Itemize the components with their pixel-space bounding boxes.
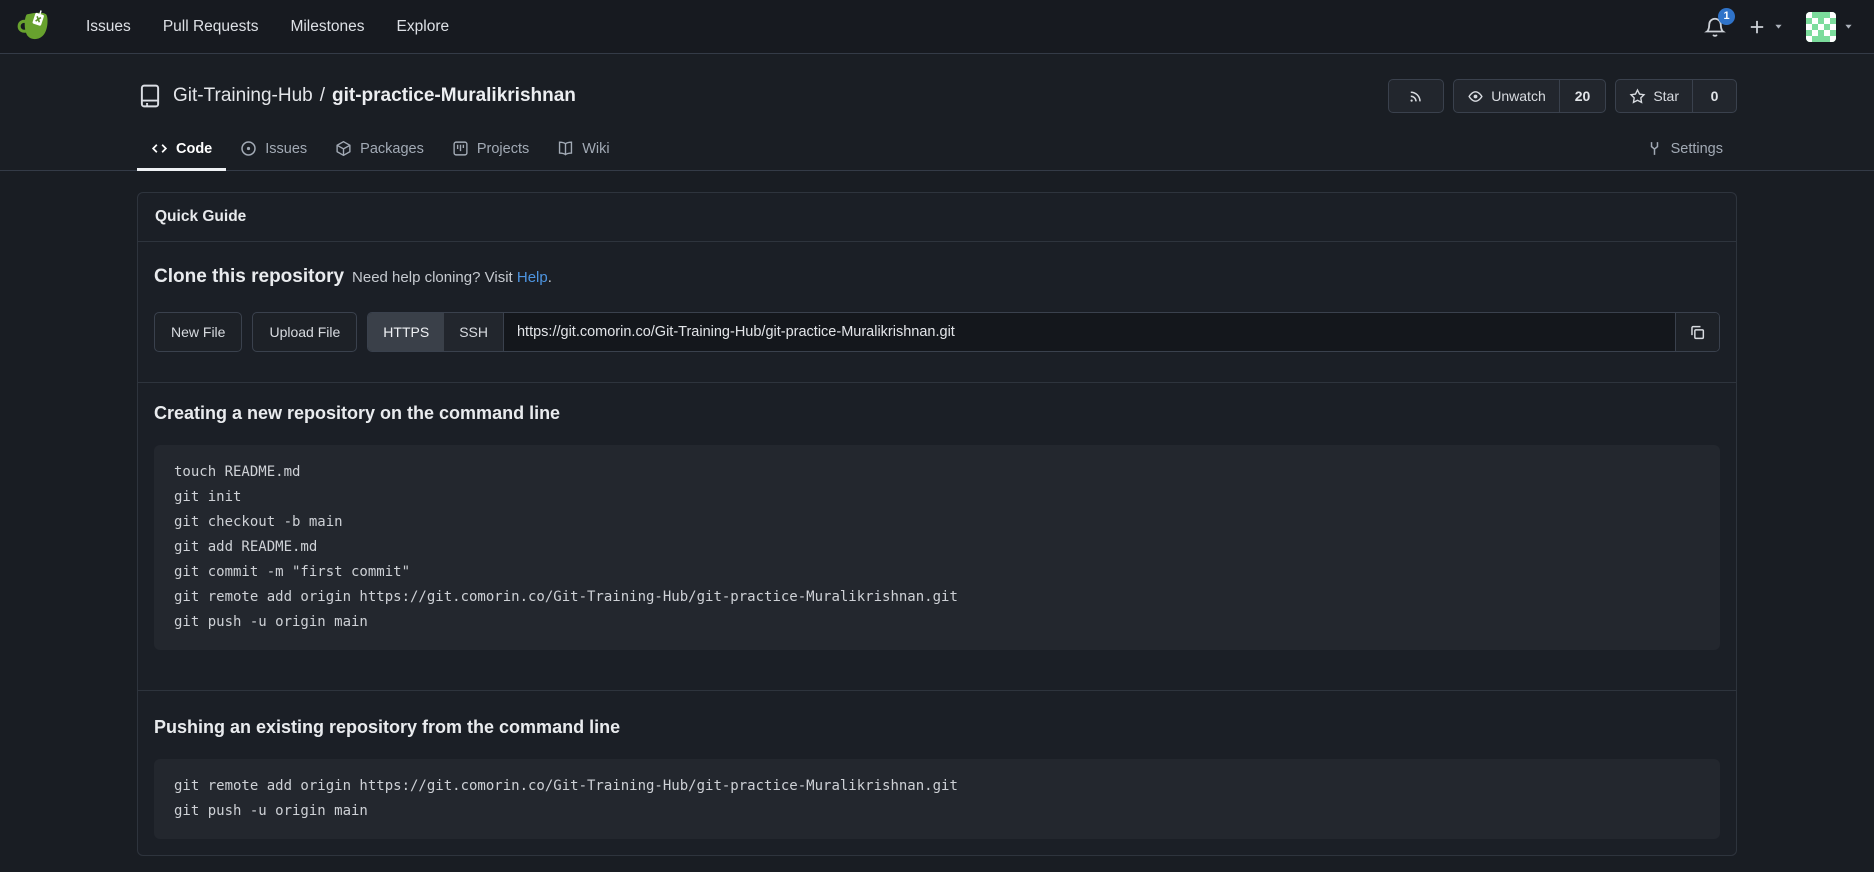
help-link[interactable]: Help (517, 269, 548, 286)
avatar (1806, 12, 1836, 42)
new-file-button[interactable]: New File (154, 312, 242, 352)
quick-guide-title: Quick Guide (138, 193, 1736, 242)
gitea-logo[interactable] (16, 9, 52, 45)
watch-group: Unwatch 20 (1453, 79, 1606, 113)
plus-icon (1748, 18, 1766, 36)
copy-url-button[interactable] (1675, 313, 1719, 351)
tab-packages[interactable]: Packages (321, 130, 438, 171)
clone-heading: Clone this repository (154, 266, 344, 288)
repo-book-icon (137, 83, 163, 109)
repo-separator: / (320, 85, 325, 107)
unwatch-label: Unwatch (1491, 88, 1545, 104)
tab-label: Code (176, 141, 212, 157)
star-icon (1629, 88, 1646, 105)
section-heading: Creating a new repository on the command… (154, 403, 1720, 424)
star-group: Star 0 (1615, 79, 1737, 113)
book-icon (557, 140, 574, 157)
ssh-toggle[interactable]: SSH (444, 313, 504, 351)
clone-url-group: HTTPS SSH (367, 312, 1720, 352)
user-menu[interactable] (1806, 12, 1854, 42)
copy-icon (1689, 324, 1706, 341)
help-text-after: . (548, 269, 552, 286)
nav-item-explore[interactable]: Explore (381, 0, 466, 54)
clone-toolbar: New File Upload File HTTPS SSH (154, 312, 1720, 352)
create-new-dropdown[interactable] (1748, 18, 1784, 36)
rss-icon (1408, 88, 1424, 104)
repo-header: Git-Training-Hub / git-practice-Muralikr… (0, 54, 1874, 171)
wrench-icon (1646, 140, 1663, 157)
nav-item-issues[interactable]: Issues (70, 0, 147, 54)
section-heading: Pushing an existing repository from the … (154, 717, 1720, 738)
rss-button[interactable] (1388, 79, 1444, 113)
watchers-count[interactable]: 20 (1559, 80, 1606, 112)
clone-section: Clone this repository Need help cloning?… (138, 242, 1736, 383)
unwatch-button[interactable]: Unwatch (1454, 80, 1558, 112)
tab-projects[interactable]: Projects (438, 130, 543, 171)
tab-label: Wiki (582, 141, 609, 157)
kanban-board-icon (452, 140, 469, 157)
stars-count[interactable]: 0 (1692, 80, 1736, 112)
eye-icon (1467, 88, 1484, 105)
tab-label: Packages (360, 141, 424, 157)
help-text-before: Need help cloning? Visit (352, 269, 517, 286)
star-button[interactable]: Star (1616, 80, 1692, 112)
tab-issues[interactable]: Issues (226, 130, 321, 171)
upload-file-button[interactable]: Upload File (252, 312, 357, 352)
push-repo-section: Pushing an existing repository from the … (138, 691, 1736, 855)
issue-circle-icon (240, 140, 257, 157)
repo-name-link[interactable]: git-practice-Muralikrishnan (332, 85, 576, 107)
tab-label: Settings (1671, 141, 1723, 157)
chevron-down-icon (1773, 21, 1784, 32)
clone-help-text: Need help cloning? Visit Help. (352, 269, 552, 286)
repo-title-row: Git-Training-Hub / git-practice-Muralikr… (137, 78, 1737, 114)
create-repo-section: Creating a new repository on the command… (138, 383, 1736, 691)
quick-guide-panel: Quick Guide Clone this repository Need h… (137, 192, 1737, 856)
tab-label: Issues (265, 141, 307, 157)
code-block: touch README.md git init git checkout -b… (154, 445, 1720, 650)
repo-tabs: Code Issues Packages (137, 130, 1737, 170)
main-content: Quick Guide Clone this repository Need h… (0, 171, 1874, 856)
clone-url-input[interactable] (504, 313, 1675, 351)
top-navbar: Issues Pull Requests Milestones Explore … (0, 0, 1874, 54)
repo-owner-link[interactable]: Git-Training-Hub (173, 85, 313, 107)
nav-item-pull-requests[interactable]: Pull Requests (147, 0, 275, 54)
https-toggle[interactable]: HTTPS (368, 313, 444, 351)
code-icon (151, 140, 168, 157)
repo-actions: Unwatch 20 Star 0 (1388, 79, 1737, 113)
tab-settings[interactable]: Settings (1632, 130, 1737, 171)
tab-label: Projects (477, 141, 529, 157)
notification-count-badge: 1 (1718, 8, 1735, 25)
package-cube-icon (335, 140, 352, 157)
nav-item-milestones[interactable]: Milestones (274, 0, 380, 54)
navbar-right: 1 (1704, 12, 1858, 42)
star-label: Star (1653, 88, 1679, 104)
tab-wiki[interactable]: Wiki (543, 130, 623, 171)
chevron-down-icon (1843, 21, 1854, 32)
notifications-button[interactable]: 1 (1704, 16, 1726, 38)
tab-code[interactable]: Code (137, 130, 226, 171)
code-block: git remote add origin https://git.comori… (154, 759, 1720, 839)
